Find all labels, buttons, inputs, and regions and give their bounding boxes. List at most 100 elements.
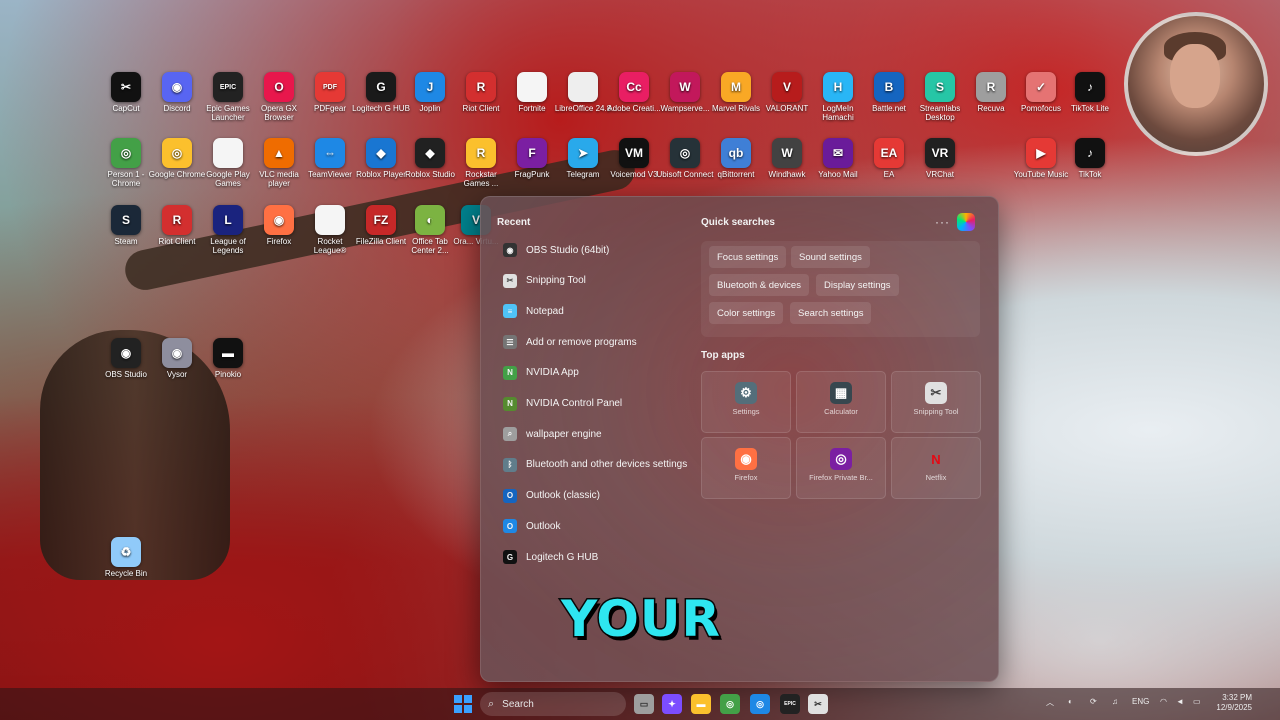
system-clock[interactable]: 3:32 PM 12/9/2025 xyxy=(1212,693,1252,713)
speaker-icon[interactable]: ◄ xyxy=(1176,697,1184,706)
desktop-icon[interactable]: O Opera GX Browser xyxy=(250,72,308,122)
desktop-icon[interactable]: R Riot Client xyxy=(148,205,206,246)
desktop-icon[interactable]: ◉ Firefox xyxy=(250,205,308,246)
tray-sync-icon[interactable]: ⟳ xyxy=(1090,697,1097,706)
desktop-icon[interactable]: V VALORANT xyxy=(758,72,816,113)
recent-item[interactable]: O Outlook xyxy=(503,515,560,537)
recent-item[interactable]: N NVIDIA App xyxy=(503,362,579,384)
quick-search-chip[interactable]: Focus settings xyxy=(709,246,787,268)
quick-search-chip[interactable]: Display settings xyxy=(816,274,899,296)
desktop-icon-label: Joplin xyxy=(419,104,441,113)
desktop-icon[interactable]: EPIC Epic Games Launcher xyxy=(199,72,257,122)
desktop-icon[interactable]: S Steam xyxy=(97,205,155,246)
fragpunk-icon: F xyxy=(517,138,547,168)
copilot-icon[interactable] xyxy=(957,213,975,231)
desktop-icon[interactable]: ◉ Discord xyxy=(148,72,206,113)
desktop-icon[interactable]: ▬ Pinokio xyxy=(199,338,257,379)
tray-app-icon[interactable]: ◐ xyxy=(1068,697,1073,706)
taskbar-search[interactable]: ⌕ xyxy=(480,692,626,716)
desktop-icon[interactable]: S Streamlabs Desktop xyxy=(911,72,969,122)
file-explorer-icon[interactable]: ▬ xyxy=(691,694,711,714)
recent-item[interactable]: N NVIDIA Control Panel xyxy=(503,393,622,415)
chevron-up-icon[interactable]: ︿ xyxy=(1046,697,1054,708)
desktop-icon[interactable]: VM Voicemod V3 xyxy=(605,138,663,179)
more-options-button[interactable]: ··· xyxy=(935,215,950,229)
quick-search-chip[interactable]: Search settings xyxy=(790,302,872,324)
battlenet-icon: B xyxy=(874,72,904,102)
top-app-tile[interactable]: ⚙ Settings xyxy=(701,371,791,433)
desktop-icon[interactable]: PDF PDFgear xyxy=(301,72,359,113)
desktop-icon[interactable]: Rocket League® xyxy=(301,205,359,255)
desktop-icon[interactable]: R Riot Client xyxy=(452,72,510,113)
desktop-icon[interactable]: W Windhawk xyxy=(758,138,816,179)
desktop-icon[interactable]: ◉ Vysor xyxy=(148,338,206,379)
desktop-icon[interactable]: ♪ TikTok xyxy=(1061,138,1119,179)
desktop-icon[interactable]: J Joplin xyxy=(401,72,459,113)
desktop-icon[interactable]: Cc Adobe Creati... xyxy=(605,72,663,113)
ea-icon: EA xyxy=(874,138,904,168)
snipping-tool-icon[interactable]: ✂ xyxy=(808,694,828,714)
recent-item[interactable]: ≡ Notepad xyxy=(503,300,564,322)
windows-start-icon[interactable] xyxy=(454,695,472,713)
desktop-icon[interactable]: ◎ Ubisoft Connect xyxy=(656,138,714,179)
desktop-icon-label: Riot Client xyxy=(462,104,500,113)
top-app-label: Firefox xyxy=(734,473,758,482)
battery-icon[interactable]: ▭ xyxy=(1193,697,1201,706)
top-app-tile[interactable]: ▦ Calculator xyxy=(796,371,886,433)
snipping-tool-icon: ✂ xyxy=(503,273,517,288)
desktop-icon[interactable]: ◉ OBS Studio xyxy=(97,338,155,379)
desktop-icon[interactable]: VR VRChat xyxy=(911,138,969,179)
quick-search-chip[interactable]: Sound settings xyxy=(791,246,870,268)
quick-search-chip[interactable]: Bluetooth & devices xyxy=(709,274,809,296)
desktop-icon[interactable]: ◎ Person 1 - Chrome xyxy=(97,138,155,188)
desktop-icon[interactable]: qb qBittorrent xyxy=(707,138,765,179)
desktop-icon[interactable]: L League of Legends xyxy=(199,205,257,255)
language-indicator[interactable]: ENG xyxy=(1132,697,1149,706)
recent-item[interactable]: ✂ Snipping Tool xyxy=(503,270,586,292)
top-app-tile[interactable]: ✂ Snipping Tool xyxy=(891,371,981,433)
desktop-icon[interactable]: F FragPunk xyxy=(503,138,561,179)
chrome-profile-icon[interactable]: ◎ xyxy=(750,694,770,714)
desktop-icon[interactable]: EA EA xyxy=(860,138,918,179)
quick-search-chip[interactable]: Color settings xyxy=(709,302,784,324)
copilot-icon[interactable]: ✦ xyxy=(662,694,682,714)
desktop-icon[interactable]: ➤ Telegram xyxy=(554,138,612,179)
recent-item[interactable]: ᛒ Bluetooth and other devices settings xyxy=(503,454,687,476)
desktop-icon-label: TeamViewer xyxy=(308,170,352,179)
tray-mic-icon[interactable]: ♫ xyxy=(1112,697,1118,706)
desktop-icon[interactable]: B Battle.net xyxy=(860,72,918,113)
desktop-icon[interactable]: ▲ VLC media player xyxy=(250,138,308,188)
desktop-icon[interactable]: H LogMeIn Hamachi xyxy=(809,72,867,122)
recent-item[interactable]: ☰ Add or remove programs xyxy=(503,331,637,353)
opera-gx-icon: O xyxy=(264,72,294,102)
desktop-icon[interactable]: ◆ Roblox Studio xyxy=(401,138,459,179)
desktop-icon[interactable]: M Marvel Rivals xyxy=(707,72,765,113)
desktop-icon[interactable]: Google Play Games xyxy=(199,138,257,188)
desktop-icon[interactable]: Fortnite xyxy=(503,72,561,113)
top-app-tile[interactable]: N Netflix xyxy=(891,437,981,499)
desktop-icon[interactable]: R Rockstar Games ... xyxy=(452,138,510,188)
desktop-icon[interactable]: LibreOffice 24.8 xyxy=(554,72,612,113)
epic-games-icon[interactable]: EPIC xyxy=(780,694,800,714)
recent-item[interactable]: ◉ OBS Studio (64bit) xyxy=(503,239,609,261)
task-view-icon[interactable]: ▭ xyxy=(634,694,654,714)
desktop-icon[interactable]: ✂ CapCut xyxy=(97,72,155,113)
chrome-icon: ◎ xyxy=(162,138,192,168)
desktop-icon[interactable]: ✉ Yahoo Mail xyxy=(809,138,867,179)
obs-icon: ◉ xyxy=(503,243,517,257)
recent-item[interactable]: G Logitech G HUB xyxy=(503,546,598,568)
top-app-tile[interactable]: ◎ Firefox Private Br... xyxy=(796,437,886,499)
top-app-label: Firefox Private Br... xyxy=(809,473,873,482)
search-input[interactable] xyxy=(500,697,615,711)
chrome-icon[interactable]: ◎ xyxy=(720,694,740,714)
desktop-icon[interactable]: W Wampserve... xyxy=(656,72,714,113)
desktop-icon[interactable]: ♪ TikTok Lite xyxy=(1061,72,1119,113)
desktop-icon[interactable]: ♻ Recycle Bin xyxy=(97,537,155,578)
recent-item[interactable]: ⌕ wallpaper engine xyxy=(503,423,602,445)
wifi-icon[interactable]: ◠ xyxy=(1160,697,1167,706)
gear-icon: ⚙ xyxy=(735,382,757,404)
desktop-icon[interactable]: ◎ Google Chrome xyxy=(148,138,206,179)
top-app-tile[interactable]: ◉ Firefox xyxy=(701,437,791,499)
desktop-icon[interactable]: ⇔ TeamViewer xyxy=(301,138,359,179)
recent-item[interactable]: O Outlook (classic) xyxy=(503,485,600,507)
